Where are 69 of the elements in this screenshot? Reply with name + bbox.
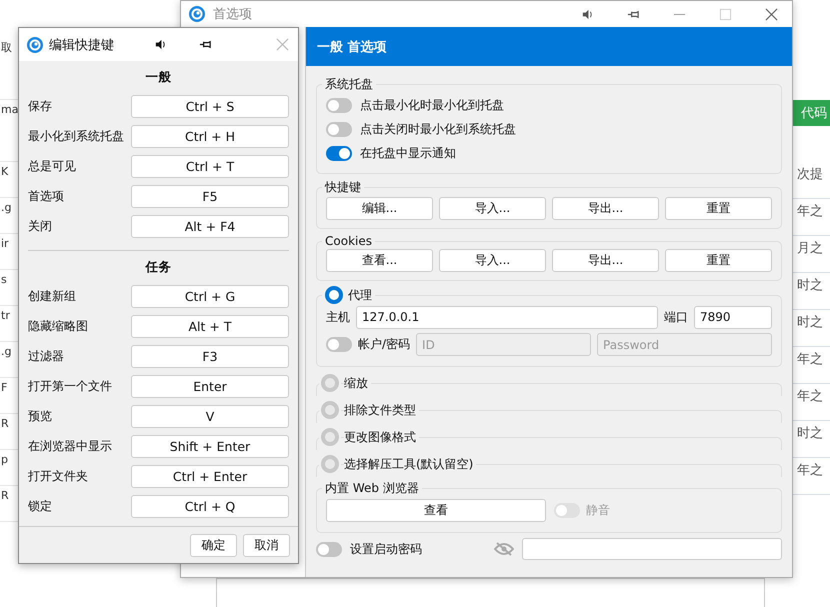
- group-title: Cookies: [324, 234, 373, 248]
- group-title: 内置 Web 浏览器: [324, 480, 420, 497]
- toggle-label: 设置启动密码: [350, 540, 422, 558]
- action-button[interactable]: 重置: [665, 197, 772, 220]
- dialog-button[interactable]: 取消: [243, 534, 290, 556]
- toggle-label: 点击关闭时最小化到系统托盘: [360, 120, 516, 138]
- shortcut-field[interactable]: Ctrl + H: [131, 124, 289, 148]
- shortcut-field[interactable]: F3: [131, 344, 289, 368]
- toggle-switch[interactable]: [326, 146, 352, 160]
- close-icon[interactable]: [765, 8, 778, 20]
- section-header: 一般 首选项: [306, 27, 792, 66]
- pin-icon[interactable]: [199, 38, 212, 51]
- section-heading: 一般: [144, 68, 172, 86]
- eye-off-icon[interactable]: [494, 541, 514, 557]
- shortcut-field[interactable]: Alt + T: [131, 314, 289, 338]
- radio-button[interactable]: [321, 401, 339, 419]
- app-logo-icon: [27, 36, 43, 52]
- speaker-icon[interactable]: [581, 8, 594, 20]
- action-button[interactable]: 导入...: [439, 197, 546, 220]
- toggle-label: 点击最小化时最小化到托盘: [360, 96, 504, 114]
- group-title: 快捷键: [324, 179, 362, 196]
- field-label: 主机: [326, 309, 350, 326]
- action-label: 保存: [28, 98, 53, 114]
- shortcut-field[interactable]: Enter: [131, 374, 289, 398]
- radio-button[interactable]: [321, 455, 339, 473]
- toggle-switch[interactable]: [326, 98, 352, 112]
- shortcut-field[interactable]: Ctrl + G: [131, 284, 289, 308]
- toggle-switch[interactable]: [326, 122, 352, 136]
- action-button[interactable]: 导出...: [552, 197, 659, 220]
- action-button[interactable]: 查看...: [326, 249, 433, 272]
- group-title: 选择解压工具(默认留空): [344, 456, 476, 472]
- toggle-label: 在托盘中显示通知: [360, 144, 456, 162]
- dialog-button[interactable]: 确定: [190, 534, 237, 556]
- window-title: 首选项: [213, 6, 252, 23]
- section-heading: 任务: [144, 258, 172, 276]
- toggle-switch[interactable]: [316, 542, 342, 556]
- group-title: 排除文件类型: [344, 402, 419, 418]
- group-title: 系统托盘: [324, 76, 374, 93]
- action-button[interactable]: 导入...: [439, 249, 546, 272]
- shortcut-field[interactable]: Ctrl + T: [131, 154, 289, 178]
- field-label: 端口: [664, 309, 688, 326]
- radio-button[interactable]: [321, 374, 339, 392]
- action-label: 锁定: [28, 498, 53, 514]
- action-button[interactable]: 编辑...: [326, 197, 433, 220]
- group-title: 更改图像格式: [344, 428, 419, 446]
- action-button[interactable]: 重置: [665, 249, 772, 272]
- shortcut-field[interactable]: Alt + F4: [131, 214, 289, 238]
- shortcut-field[interactable]: Shift + Enter: [131, 434, 289, 458]
- action-button[interactable]: 导出...: [552, 249, 659, 272]
- port-field[interactable]: 7890: [694, 306, 772, 329]
- maximize-icon[interactable]: [719, 8, 732, 20]
- shortcut-field[interactable]: Ctrl + S: [131, 94, 289, 118]
- shortcut-field[interactable]: F5: [131, 184, 289, 208]
- radio-button[interactable]: [325, 286, 343, 304]
- speaker-icon[interactable]: [154, 38, 167, 51]
- view-button[interactable]: 查看: [326, 499, 546, 522]
- action-label: 关闭: [28, 218, 53, 234]
- host-field[interactable]: 127.0.0.1: [356, 306, 658, 329]
- password-field[interactable]: [522, 538, 782, 560]
- shortcut-field[interactable]: V: [131, 404, 289, 428]
- toggle-label: 帐户/密码: [358, 336, 410, 353]
- app-logo-icon: [189, 6, 205, 22]
- shortcut-field[interactable]: Ctrl + Q: [131, 494, 289, 518]
- toggle-label: 静音: [586, 502, 610, 519]
- radio-button[interactable]: [321, 428, 339, 446]
- toggle-switch[interactable]: [326, 337, 352, 352]
- shortcut-field[interactable]: Ctrl + Enter: [131, 464, 289, 488]
- group-title: 缩放: [344, 374, 371, 392]
- group-title: 代理: [348, 286, 372, 304]
